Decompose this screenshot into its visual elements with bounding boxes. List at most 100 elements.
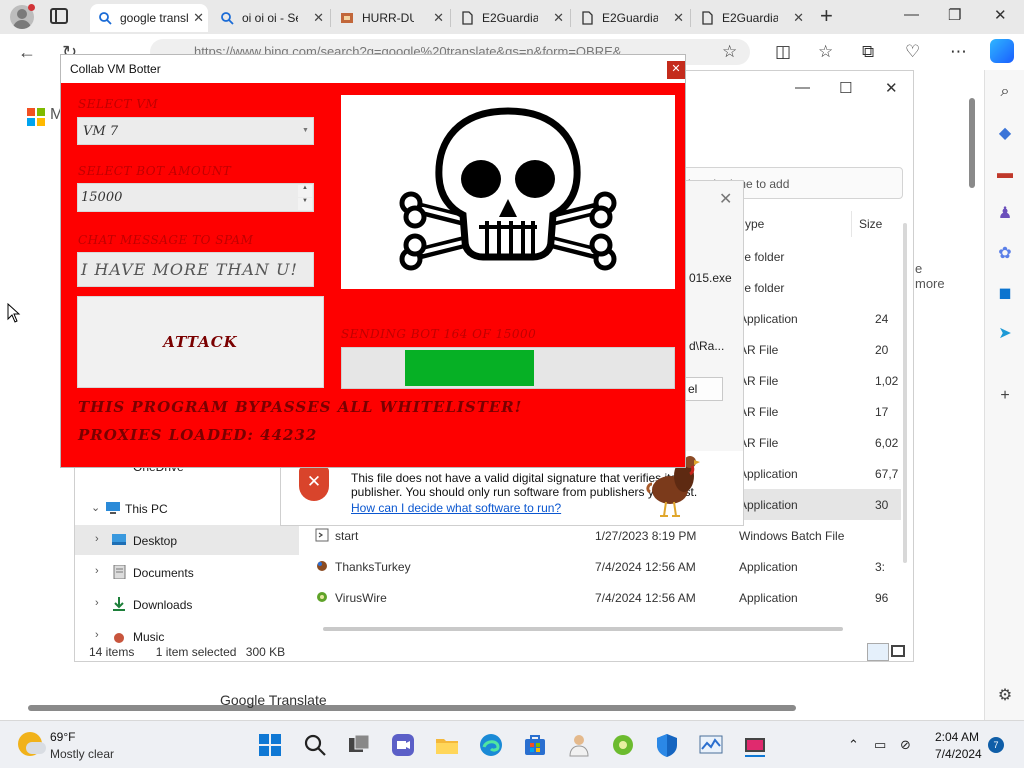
result-title[interactable]: Google Translate	[220, 692, 327, 708]
file-row[interactable]: VirusWire 7/4/2024 12:56 AM Application …	[315, 582, 901, 613]
bot-amount-stepper[interactable]: 15000 ▲ ▼	[77, 183, 314, 212]
chevron-right-icon[interactable]: ›	[95, 597, 99, 609]
settings-gear-icon[interactable]: ⚙	[995, 686, 1015, 706]
tab-close-icon[interactable]: ✕	[673, 11, 684, 25]
games-icon[interactable]: ♟	[995, 204, 1015, 224]
details-view-icon[interactable]	[867, 643, 889, 661]
task-view-icon[interactable]	[346, 732, 372, 758]
attack-button[interactable]: ATTACK	[77, 296, 324, 388]
file-type: AR File	[739, 436, 779, 450]
tiles-view-icon[interactable]	[891, 645, 905, 657]
explorer-horizontal-scrollbar[interactable]	[323, 627, 843, 631]
new-tab-button[interactable]: +	[820, 4, 833, 28]
help-link[interactable]: How can I decide what software to run?	[351, 501, 561, 515]
search-icon[interactable]: ⌕	[995, 82, 1015, 102]
edge-browser-icon[interactable]	[478, 732, 504, 758]
column-header-type[interactable]: ype	[745, 217, 764, 231]
send-icon[interactable]: ➤	[995, 324, 1015, 344]
see-more-link[interactable]: e more	[915, 261, 945, 291]
collections-icon[interactable]: ⧉	[862, 43, 874, 61]
tab-close-icon[interactable]: ✕	[553, 11, 564, 25]
tab-close-icon[interactable]: ✕	[193, 11, 204, 25]
cancel-button[interactable]: el	[681, 377, 723, 401]
restore-icon[interactable]: ❐	[948, 6, 961, 24]
chevron-down-icon[interactable]: ▼	[302, 127, 309, 134]
tab-oi-search[interactable]: oi oi oi - Search ✕	[212, 4, 328, 32]
browser-essentials-icon[interactable]: ♡	[905, 43, 920, 61]
file-type: AR File	[739, 405, 779, 419]
close-icon[interactable]: ✕	[667, 61, 685, 79]
doctor-app-icon[interactable]	[566, 732, 592, 758]
favorite-star-icon[interactable]: ☆	[722, 43, 737, 61]
chevron-right-icon[interactable]: ›	[95, 565, 99, 577]
shopping-tag-icon[interactable]: ◆	[995, 124, 1015, 144]
tab-google-translate[interactable]: google translate ✕	[90, 4, 208, 32]
tab-actions-icon[interactable]	[50, 8, 68, 24]
file-row[interactable]: ThanksTurkey 7/4/2024 12:56 AM Applicati…	[315, 551, 901, 582]
virus-app-icon[interactable]	[610, 732, 636, 758]
weather-description[interactable]: Mostly clear	[50, 747, 114, 761]
minimize-icon[interactable]: —	[795, 79, 810, 96]
weather-icon[interactable]	[18, 732, 46, 756]
edge-sidebar: ⌕ ◆ ▬ ♟ ✿ ◼ ➤ + ⚙	[984, 70, 1024, 720]
chevron-up-icon[interactable]: ⌃	[848, 737, 859, 753]
favorites-icon[interactable]: ☆	[818, 43, 833, 61]
more-menu-icon[interactable]: ⋯	[950, 43, 967, 61]
store-icon[interactable]	[522, 732, 548, 758]
tab-e2guardian-2[interactable]: E2Guardian ✕	[572, 4, 688, 32]
stepper-down-icon[interactable]: ▼	[298, 198, 312, 210]
file-name: VirusWire	[335, 591, 387, 605]
tab-close-icon[interactable]: ✕	[313, 11, 324, 25]
temperature[interactable]: 69°F	[50, 730, 75, 744]
botter-app-icon[interactable]	[742, 732, 768, 758]
close-icon[interactable]: ✕	[719, 189, 732, 209]
file-name: ThanksTurkey	[335, 560, 411, 574]
device-icon[interactable]: ▭	[874, 737, 886, 753]
chevron-right-icon[interactable]: ›	[95, 629, 99, 641]
vm-select[interactable]: VM 7 ▼	[77, 117, 314, 145]
back-icon[interactable]: ←	[18, 42, 36, 62]
stepper-up-icon[interactable]: ▲	[298, 185, 312, 197]
taskbar: 69°F Mostly clear ⌃ ▭ ⊘ 2:04 AM 7/4/2024…	[0, 720, 1024, 768]
tree-item-desktop[interactable]: › Desktop	[75, 525, 299, 555]
tab-hurr-durr[interactable]: HURR-DURR ✕	[332, 4, 448, 32]
network-muted-icon[interactable]: ⊘	[900, 737, 911, 753]
column-header-size[interactable]: Size	[859, 217, 882, 231]
chevron-right-icon[interactable]: ›	[95, 533, 99, 545]
tab-close-icon[interactable]: ✕	[793, 11, 804, 25]
windows-start-icon[interactable]	[257, 732, 283, 758]
maximize-icon[interactable]: ☐	[839, 79, 852, 97]
chevron-down-icon[interactable]: ⌄	[91, 501, 100, 514]
tab-e2guardian-1[interactable]: E2Guardian ✕	[452, 4, 568, 32]
tools-icon[interactable]: ▬	[995, 164, 1015, 184]
tab-e2guardian-3[interactable]: E2Guardian ✕	[692, 4, 808, 32]
close-icon[interactable]: ✕	[885, 79, 898, 97]
notification-badge[interactable]: 7	[988, 737, 1004, 753]
performance-monitor-icon[interactable]	[698, 732, 724, 758]
clock-time[interactable]: 2:04 AM	[935, 730, 979, 744]
tab-label: HURR-DURR	[362, 11, 414, 25]
minimize-icon[interactable]: —	[904, 6, 919, 23]
page-vertical-scrollbar[interactable]	[966, 94, 978, 694]
tree-item-music[interactable]: › Music	[75, 621, 299, 643]
window-title-bar[interactable]: Collab VM Botter ✕	[61, 55, 685, 83]
tree-item-this-pc[interactable]: ⌄ This PC	[75, 493, 299, 523]
close-window-icon[interactable]: ✕	[994, 6, 1007, 24]
clock-date[interactable]: 7/4/2024	[935, 747, 982, 761]
explorer-vertical-scrollbar[interactable]	[903, 223, 907, 563]
page-horizontal-scrollbar[interactable]	[14, 702, 964, 714]
tree-item-documents[interactable]: › Documents	[75, 557, 299, 587]
add-sidebar-icon[interactable]: +	[995, 386, 1015, 406]
chat-message-input[interactable]: I HAVE MORE THAN U!	[77, 252, 314, 287]
file-explorer-icon[interactable]	[434, 732, 460, 758]
microsoft365-icon[interactable]: ✿	[995, 244, 1015, 264]
tree-item-downloads[interactable]: › Downloads	[75, 589, 299, 619]
defender-shield-icon[interactable]	[654, 732, 680, 758]
outlook-icon[interactable]: ◼	[995, 284, 1015, 304]
tab-close-icon[interactable]: ✕	[433, 11, 444, 25]
file-size: 24	[875, 312, 889, 326]
search-icon[interactable]	[302, 732, 328, 758]
split-screen-icon[interactable]: ◫	[775, 43, 791, 61]
copilot-icon[interactable]	[990, 39, 1014, 63]
meet-icon[interactable]	[390, 732, 416, 758]
